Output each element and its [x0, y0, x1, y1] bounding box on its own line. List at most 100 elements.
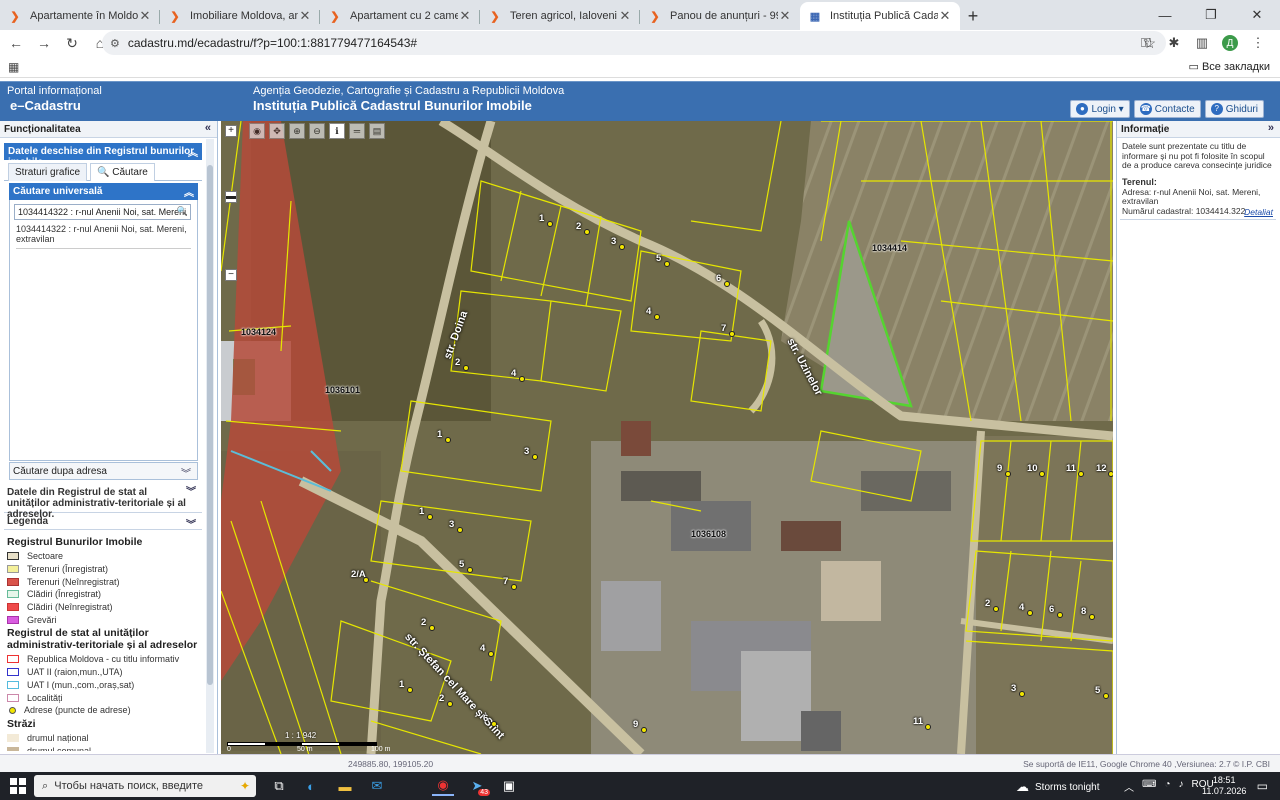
contacts-button[interactable]: ☎ Contacte: [1133, 100, 1201, 118]
address-point-marker[interactable]: [1019, 691, 1025, 697]
close-tab-icon[interactable]: ✕: [938, 8, 952, 24]
address-point-marker[interactable]: [491, 721, 497, 727]
network-icon[interactable]: ⌨: [1142, 779, 1156, 794]
close-tab-icon[interactable]: ✕: [618, 8, 632, 24]
address-point-marker[interactable]: [429, 625, 435, 631]
zoom-out-button[interactable]: −: [225, 269, 237, 281]
task-view-icon[interactable]: ⧉: [268, 776, 290, 796]
address-point-marker[interactable]: [1057, 612, 1063, 618]
state-register-header[interactable]: Datele din Registrul de stat al unitățil…: [4, 485, 202, 520]
login-button[interactable]: ● Login ▾: [1070, 100, 1130, 118]
address-point-marker[interactable]: [463, 365, 469, 371]
tab-layers[interactable]: Straturi grafice: [8, 163, 88, 181]
address-point-marker[interactable]: [532, 454, 538, 460]
address-bar[interactable]: ⚙ cadastru.md/ecadastru/f?p=100:1:881779…: [102, 31, 1166, 55]
url-text[interactable]: cadastru.md/ecadastru/f?p=100:1:88177947…: [128, 36, 417, 50]
forward-arrow-icon[interactable]: →: [32, 31, 56, 55]
zoom-slider-handle[interactable]: ▬: [225, 191, 237, 203]
address-point-marker[interactable]: [1039, 471, 1045, 477]
address-point-marker[interactable]: [584, 229, 590, 235]
chevron-up-icon[interactable]: ︽: [188, 144, 198, 159]
address-point-marker[interactable]: [619, 244, 625, 250]
tab-search[interactable]: 🔍 Căutare: [90, 163, 155, 181]
browser-tab[interactable]: ❯ Apartamente în Moldova — cu✕: [0, 2, 160, 30]
close-tab-icon[interactable]: ✕: [138, 8, 152, 24]
minimize-icon[interactable]: —: [1142, 0, 1188, 30]
address-point-marker[interactable]: [445, 437, 451, 443]
address-point-marker[interactable]: [724, 281, 730, 287]
address-point-marker[interactable]: [447, 701, 453, 707]
new-tab-button[interactable]: +: [960, 2, 986, 30]
open-data-header[interactable]: Datele deschise din Registrul bunurilor …: [4, 143, 202, 168]
taskbar-search-input[interactable]: ⌕ Чтобы начать поиск, введите ✦: [34, 775, 256, 797]
browser-tab[interactable]: ❯ Imobiliare Moldova, anunțuri de✕: [160, 2, 320, 30]
address-point-marker[interactable]: [457, 527, 463, 533]
address-point-marker[interactable]: [1103, 693, 1109, 699]
browser-tab[interactable]: ❯ Teren agricol, Ialoveni, 11 hecta✕: [480, 2, 640, 30]
address-point-marker[interactable]: [1078, 471, 1084, 477]
profile-avatar[interactable]: Д: [1222, 35, 1238, 51]
weather-widget[interactable]: ☁ Storms tonight: [1016, 779, 1099, 795]
chevron-down-icon[interactable]: ︾: [186, 516, 196, 531]
chevron-up-icon[interactable]: ︿: [1124, 779, 1134, 794]
ecadastru-logo-text[interactable]: e–Cadastru: [10, 98, 81, 113]
legend-header[interactable]: Legenda ︾: [4, 514, 202, 531]
search-input[interactable]: 1034414322 : r-nul Anenii Noi, sat. Mere…: [14, 204, 191, 220]
address-search-header[interactable]: Căutare dupa adresa ︾: [9, 462, 198, 480]
file-explorer-icon[interactable]: ▬: [334, 776, 356, 796]
left-panel-scrollbar[interactable]: [206, 139, 214, 753]
close-tab-icon[interactable]: ✕: [778, 8, 792, 24]
browser-tab-active[interactable]: ▦ Instituția Publică Cadastrul Bun✕: [800, 2, 960, 30]
wifi-icon[interactable]: ◔: [1164, 779, 1170, 794]
scrollbar-thumb[interactable]: [207, 165, 213, 685]
chevron-down-icon[interactable]: ︾: [181, 465, 191, 480]
measure-area-icon[interactable]: ▤: [369, 123, 385, 139]
address-point-marker[interactable]: [993, 606, 999, 612]
reload-icon[interactable]: ↻: [60, 31, 84, 55]
all-bookmarks-link[interactable]: ▭ Все закладки: [1189, 60, 1271, 73]
password-key-icon[interactable]: ⚿: [1132, 31, 1160, 55]
address-point-marker[interactable]: [363, 577, 369, 583]
menu-kebab-icon[interactable]: ⋮: [1244, 31, 1272, 55]
address-point-marker[interactable]: [1089, 614, 1095, 620]
address-point-marker[interactable]: [1027, 610, 1033, 616]
address-point-marker[interactable]: [488, 651, 494, 657]
universal-search-header[interactable]: Căutare universală ︽: [9, 183, 198, 200]
volume-icon[interactable]: ♪: [1178, 779, 1183, 794]
globe-icon[interactable]: ◉: [249, 123, 265, 139]
chrome-icon[interactable]: ◉: [432, 776, 454, 796]
close-tab-icon[interactable]: ✕: [298, 8, 312, 24]
clock[interactable]: 18:51 11.07.2026: [1202, 775, 1246, 797]
zoom-in-box-icon[interactable]: ⊕: [289, 123, 305, 139]
close-tab-icon[interactable]: ✕: [458, 8, 472, 24]
address-point-marker[interactable]: [729, 331, 735, 337]
chevron-up-icon[interactable]: ︽: [184, 184, 194, 199]
address-point-marker[interactable]: [641, 727, 647, 733]
address-point-marker[interactable]: [925, 724, 931, 730]
address-point-marker[interactable]: [1108, 471, 1113, 477]
address-point-marker[interactable]: [547, 221, 553, 227]
telegram-icon[interactable]: ➤ 43: [466, 776, 490, 796]
guides-button[interactable]: ? Ghiduri: [1204, 100, 1264, 118]
apps-grid-icon[interactable]: ▦: [8, 60, 19, 74]
pan-icon[interactable]: ✥: [269, 123, 285, 139]
details-link[interactable]: Detaliat: [1244, 207, 1273, 217]
measure-line-icon[interactable]: ═: [349, 123, 365, 139]
cadastral-map[interactable]: ◉ ✥ ⊕ ⊖ ℹ ═ ▤ + ▬ − 1034414 1034124 1036…: [221, 121, 1113, 754]
info-tool-icon[interactable]: ℹ: [329, 123, 345, 139]
address-point-marker[interactable]: [467, 567, 473, 573]
collapse-right-icon[interactable]: »: [1268, 122, 1274, 134]
address-point-marker[interactable]: [427, 514, 433, 520]
edge-browser-icon[interactable]: ◐: [300, 776, 322, 796]
browser-tab[interactable]: ❯ Apartament cu 2 camere, Centru✕: [320, 2, 480, 30]
sidebar-icon[interactable]: ▥: [1188, 31, 1216, 55]
browser-tab[interactable]: ❯ Panou de anunțuri - 999.md✕: [640, 2, 800, 30]
app-icon[interactable]: ▣: [498, 776, 520, 796]
windows-start-icon[interactable]: [10, 778, 26, 794]
collapse-left-icon[interactable]: «: [205, 122, 211, 134]
address-point-marker[interactable]: [407, 687, 413, 693]
search-result-item[interactable]: 1034414322 : r-nul Anenii Noi, sat. Mere…: [16, 224, 191, 249]
back-arrow-icon[interactable]: ←: [4, 31, 28, 55]
search-icon[interactable]: 🔍: [177, 206, 188, 217]
site-info-icon[interactable]: ⚙: [110, 37, 120, 50]
